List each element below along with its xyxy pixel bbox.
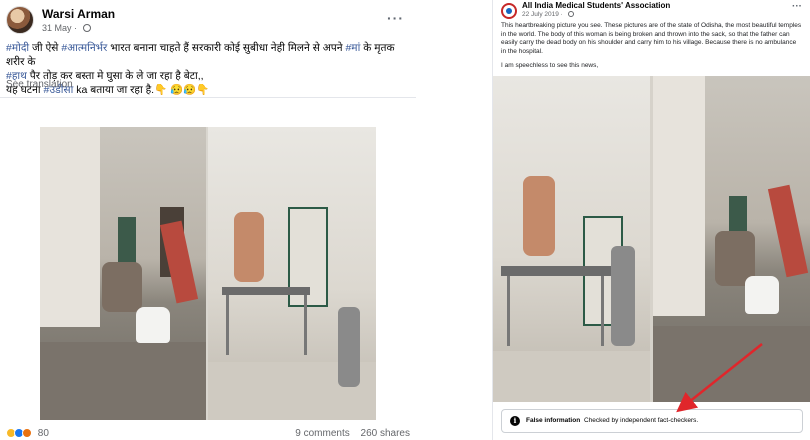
post-stats: 9 comments 260 shares bbox=[287, 428, 410, 439]
photo-wall bbox=[653, 76, 705, 316]
photo-stretcher-leg bbox=[226, 295, 229, 355]
post-text-line-1: #मोदी जी ऐसे #आत्मनिर्भर भारत बनाना चाहत… bbox=[6, 41, 410, 69]
post-date-text[interactable]: 22 July 2019 · bbox=[522, 11, 565, 18]
photo-stretcher-leg bbox=[507, 276, 510, 346]
fact-check-subtitle: Checked by independent fact-checkers. bbox=[584, 417, 699, 424]
post-date[interactable]: 22 July 2019 · bbox=[522, 11, 574, 18]
see-translation-link[interactable]: See translation bbox=[6, 79, 73, 90]
photo-wall bbox=[40, 127, 100, 327]
post-text-secondary: I am speechless to see this news, bbox=[501, 62, 599, 69]
author-name[interactable]: All India Medical Students' Association bbox=[522, 1, 670, 10]
reactions-summary[interactable]: 80 bbox=[6, 428, 49, 439]
photo-figure bbox=[611, 246, 635, 346]
photo-panel-stretcher bbox=[493, 76, 650, 402]
hashtag-link[interactable]: #आत्मनिर्भर bbox=[61, 42, 107, 54]
post-photo[interactable] bbox=[40, 127, 376, 420]
post-text-segment: भारत बनाना चाहते हैं सरकारी कोई सुबीधा न… bbox=[107, 42, 346, 54]
fact-check-banner[interactable]: i False information Checked by independe… bbox=[501, 409, 803, 433]
post-header: Warsi Arman 31 May · ··· bbox=[6, 6, 410, 36]
photo-sack bbox=[745, 276, 779, 314]
angry-reaction-icon bbox=[22, 428, 32, 438]
photo-panel-stretcher bbox=[208, 127, 376, 420]
globe-icon bbox=[567, 11, 574, 17]
photo-figure bbox=[102, 262, 142, 312]
comparison-screenshot: Warsi Arman 31 May · ··· #मोदी जी ऐसे #आ… bbox=[0, 0, 810, 440]
comments-count[interactable]: 9 comments bbox=[295, 428, 349, 439]
hashtag-link[interactable]: #मोदी bbox=[6, 42, 29, 54]
organization-logo-icon[interactable] bbox=[501, 3, 517, 19]
reaction-count[interactable]: 80 bbox=[38, 428, 49, 439]
post-text: This heartbreaking picture you see. Thes… bbox=[501, 22, 802, 55]
author-name[interactable]: Warsi Arman bbox=[42, 7, 115, 21]
photo-figure bbox=[338, 307, 360, 387]
photo-floor bbox=[493, 351, 650, 402]
photo-stretcher-leg bbox=[601, 276, 604, 346]
photo-figure bbox=[234, 212, 264, 282]
photo-floor bbox=[40, 342, 206, 420]
fact-check-title: False information bbox=[526, 417, 581, 424]
post-text-segment: ka बताया जा रहा है.👇 😥😥👇 bbox=[73, 84, 210, 96]
photo-stretcher-leg bbox=[304, 295, 307, 355]
photo-stretcher bbox=[501, 266, 611, 276]
info-icon: i bbox=[510, 416, 520, 426]
post-date[interactable]: 31 May · bbox=[42, 23, 91, 33]
globe-icon bbox=[82, 24, 91, 32]
photo-stretcher bbox=[222, 287, 310, 295]
arrow-line bbox=[676, 343, 763, 413]
hashtag-link[interactable]: #मां bbox=[345, 42, 360, 54]
left-facebook-post: Warsi Arman 31 May · ··· #मोदी जी ऐसे #आ… bbox=[0, 0, 416, 440]
photo-sack bbox=[136, 307, 170, 343]
photo-figure bbox=[767, 184, 809, 278]
post-text-segment: जी ऐसे bbox=[29, 42, 62, 54]
author-avatar[interactable] bbox=[6, 6, 34, 34]
divider bbox=[0, 97, 416, 98]
more-options-icon[interactable]: ··· bbox=[792, 1, 802, 12]
photo-panel-corridor bbox=[40, 127, 206, 420]
shares-count[interactable]: 260 shares bbox=[361, 428, 410, 439]
post-date-text[interactable]: 31 May bbox=[42, 23, 72, 33]
photo-figure bbox=[523, 176, 555, 256]
more-options-icon[interactable]: ··· bbox=[387, 10, 404, 26]
annotation-arrow-icon bbox=[676, 343, 763, 413]
